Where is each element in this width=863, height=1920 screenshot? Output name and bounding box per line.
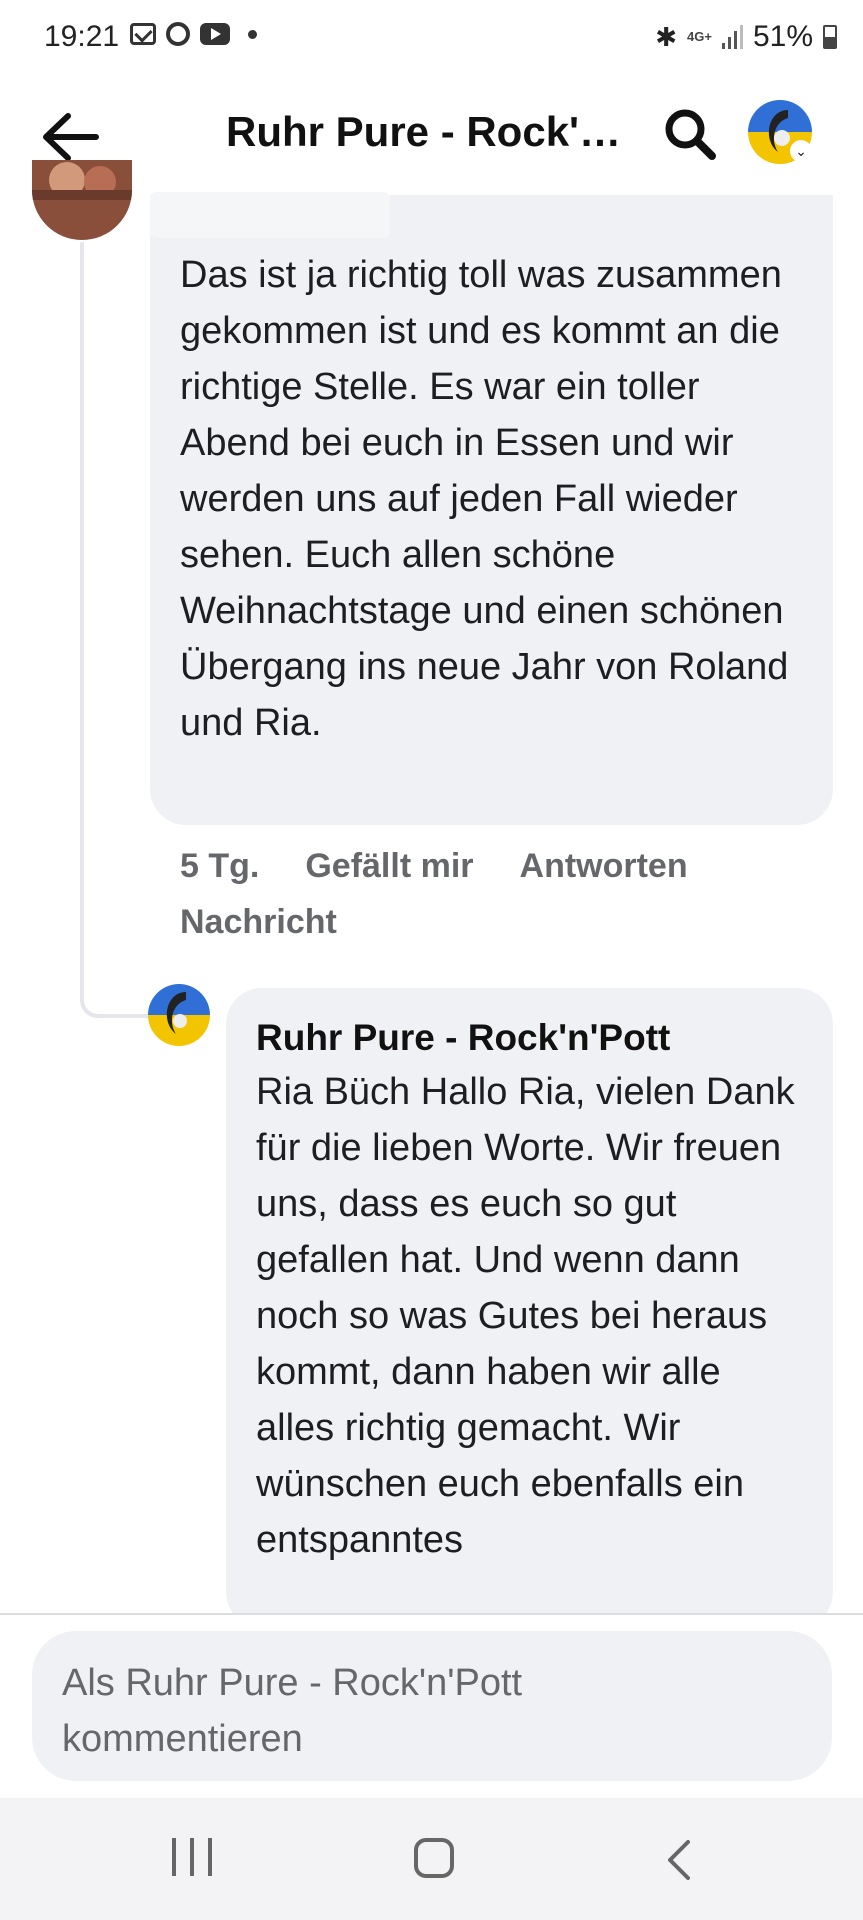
comment-input-placeholder: Als Ruhr Pure - Rock'n'Pott kommentieren (62, 1662, 523, 1760)
reply-bubble: Ruhr Pure - Rock'n'Pott Ria Büch Hallo R… (226, 988, 833, 1628)
comment-input[interactable]: Als Ruhr Pure - Rock'n'Pott kommentieren (32, 1631, 832, 1781)
signal-icon (721, 25, 743, 49)
home-icon[interactable] (414, 1838, 454, 1878)
search-icon[interactable] (660, 104, 720, 164)
ring-icon (166, 22, 190, 46)
like-button[interactable]: Gefällt mir (305, 847, 473, 885)
comment-time[interactable]: 5 Tg. (180, 847, 259, 885)
comment-composer: Als Ruhr Pure - Rock'n'Pott kommentieren (0, 1613, 863, 1800)
notification-icons (130, 22, 257, 46)
message-button[interactable]: Nachricht (180, 903, 337, 941)
battery-icon (823, 25, 837, 49)
nav-back-icon[interactable] (660, 1838, 700, 1882)
bluetooth-icon: ✱ (655, 21, 678, 52)
comment-actions: 5 Tg. Gefällt mir Antworten Nachricht (180, 838, 820, 950)
reply-text: Ria Büch Hallo Ria, vielen Dank für die … (256, 1071, 795, 1561)
system-nav-bar (0, 1798, 863, 1920)
thread-connector (80, 242, 150, 1018)
dot-icon (248, 29, 257, 39)
mail-icon (130, 23, 156, 45)
page-avatar[interactable] (148, 984, 210, 1046)
status-time: 19:21 (44, 20, 120, 53)
commenter-avatar[interactable] (32, 160, 132, 240)
page-title: Ruhr Pure - Rock'n'Pott (226, 108, 636, 155)
battery-percent: 51% (752, 20, 813, 53)
reply-button[interactable]: Antworten (520, 847, 688, 885)
comment-bubble: Das ist ja richtig toll was zusammen gek… (150, 195, 833, 825)
status-bar: 19:21 ✱ 4G+ 51% (0, 0, 863, 80)
back-arrow-icon[interactable] (40, 110, 100, 164)
redacted-author-name (150, 192, 390, 238)
comment-text: Das ist ja richtig toll was zusammen gek… (180, 254, 789, 744)
recent-apps-icon[interactable] (172, 1838, 212, 1878)
chevron-down-icon[interactable]: ⌄ (790, 140, 812, 162)
network-label: 4G+ (687, 29, 712, 44)
system-icons: ✱ 4G+ 51% (655, 20, 837, 54)
youtube-icon (200, 23, 230, 45)
reply-author[interactable]: Ruhr Pure - Rock'n'Pott (256, 1012, 803, 1064)
